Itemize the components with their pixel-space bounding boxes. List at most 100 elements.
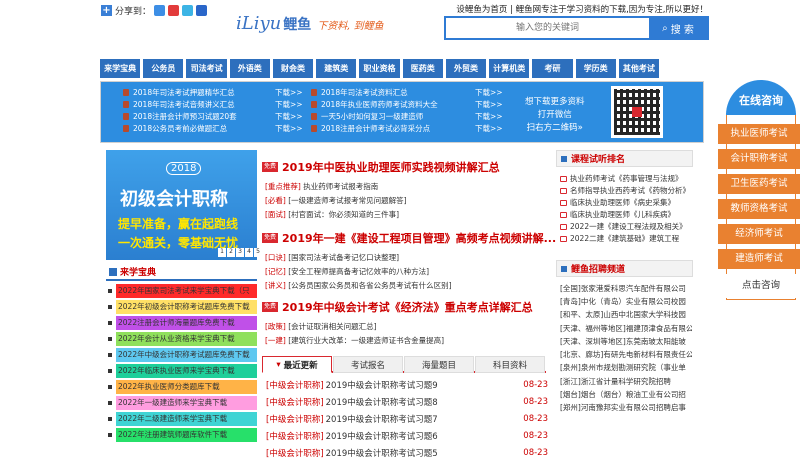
job-item[interactable]: [烟台]烟台（烟台）粮油工业有公司招: [560, 388, 692, 400]
nav-item[interactable]: 司法考试: [186, 59, 228, 78]
consult-item[interactable]: 执业医师考试: [718, 124, 800, 144]
job-item[interactable]: [浙江]浙江省计量科学研究院招聘: [560, 375, 692, 387]
nav-item[interactable]: 外贸类: [445, 59, 488, 78]
download-link[interactable]: 下载>>: [275, 87, 303, 98]
nav-item[interactable]: 建筑类: [316, 59, 358, 78]
job-item[interactable]: [天津、福州等地区]福建顶津食品有限公: [560, 322, 692, 334]
nav-item[interactable]: 财会类: [272, 59, 315, 78]
top-links[interactable]: 设鲤鱼为首页 | 鲤鱼网专注于学习资料的下载,因为专注,所以更好！: [456, 3, 708, 15]
pager-dot[interactable]: 4: [245, 248, 253, 257]
pager-dot[interactable]: 1: [218, 248, 226, 257]
sub-link[interactable]: [必看] [一级建造师考试报考常见问题解答]: [265, 195, 407, 206]
news-row[interactable]: [中级会计职称] 2019中级会计职称考试习题6 08-23: [266, 428, 548, 443]
qq-icon[interactable]: [182, 4, 194, 16]
news-row[interactable]: [中级会计职称] 2019中级会计职称考试习题8 08-23: [266, 394, 548, 409]
nav-item[interactable]: 其他考试: [618, 59, 661, 78]
qzone-icon[interactable]: [154, 4, 166, 16]
renren-icon[interactable]: [196, 4, 208, 16]
left-list-item[interactable]: 2022年中级会计职称考试题库免费下载: [106, 348, 257, 362]
banner-link[interactable]: 2018年司法考试音频讲义汇总 下载>>: [123, 99, 303, 110]
rank-item[interactable]: 名师指导执业西药考试《药物分析》: [560, 185, 692, 196]
tab-materials[interactable]: 科目资料: [475, 356, 545, 373]
download-link[interactable]: 下载>>: [275, 111, 303, 122]
tab-registration[interactable]: 考试报名: [333, 356, 403, 373]
add-share-icon[interactable]: +: [101, 4, 112, 16]
download-link[interactable]: 下载>>: [275, 123, 303, 134]
search-input[interactable]: [446, 18, 649, 38]
sub-link[interactable]: [口诀] [国家司法考试备考记忆口诀整理]: [265, 252, 399, 263]
sub-link[interactable]: [讲义] [公务员国家公务员和各省公务员考试有什么区别]: [265, 280, 452, 291]
banner-link[interactable]: 一天5小时如何复习一级建造师 下载>>: [311, 111, 503, 122]
banner-link[interactable]: 2018年司法考试资料汇总 下载>>: [311, 87, 503, 98]
consult-item[interactable]: 经济师考试: [718, 224, 800, 244]
consult-button[interactable]: 点击咨询: [726, 274, 796, 298]
rank-item[interactable]: 2022二建《建筑基础》建筑工程: [560, 233, 692, 244]
sub-link[interactable]: [记忆] [安全工程师提高备考记忆效率的八种方法]: [265, 266, 429, 277]
download-link[interactable]: 下载>>: [475, 123, 503, 134]
tab-latest[interactable]: ▾ 最近更新: [262, 356, 332, 373]
job-item[interactable]: [全国]张家港爱科思汽车配件有限公司: [560, 282, 692, 294]
promo-banner[interactable]: 2018 初级会计职称 提早准备，赢在起跑线 一次通关，零基础无忧 1 2 3 …: [106, 150, 262, 260]
nav-item[interactable]: 来学宝典: [100, 59, 142, 78]
headline-2[interactable]: 免费 2019年一建《建设工程项目管理》高频考点视频讲解...: [262, 230, 556, 246]
nav-item[interactable]: 外语类: [229, 59, 271, 78]
headline-3[interactable]: 免费 2019年中级会计考试《经济法》重点考点详解汇总: [262, 299, 533, 315]
job-item[interactable]: [郑州]河南豫邦实业有限公司招聘启事: [560, 402, 692, 414]
site-logo[interactable]: iLiyu 鲤鱼 下资料, 到鲤鱼: [236, 13, 384, 39]
pager-dot[interactable]: 5: [254, 248, 262, 257]
rank-item[interactable]: 2022一建《建设工程法规及相关》: [560, 221, 692, 232]
headline-1[interactable]: 免费 2019年中医执业助理医师实践视频讲解汇总: [262, 159, 500, 175]
banner-link[interactable]: 2018公务员考前必做题汇总 下载>>: [123, 123, 303, 134]
job-item[interactable]: [天津、深圳等地区]东莞南玻太阳能玻: [560, 335, 692, 347]
download-link[interactable]: 下载>>: [475, 111, 503, 122]
consult-item[interactable]: 教师资格考试: [718, 199, 800, 219]
left-list-item[interactable]: 2022年一级建造师来学宝典下载: [106, 396, 257, 410]
job-item[interactable]: [青岛]中化（青岛）实业有限公司校园: [560, 295, 692, 307]
consult-item[interactable]: 建造师考试: [718, 249, 800, 269]
nav-item[interactable]: 医药类: [402, 59, 444, 78]
search-button[interactable]: ⌕ 搜 索: [649, 18, 707, 38]
news-row[interactable]: [中级会计职称] 2019中级会计职称考试习题5 08-23: [266, 445, 548, 460]
tab-questions[interactable]: 海量题目: [404, 356, 474, 373]
nav-item[interactable]: 职业资格: [359, 59, 401, 78]
job-item[interactable]: [和平、太原]山西中北国家大学科技园: [560, 309, 692, 321]
sub-link[interactable]: [面试] [村官面试：你必须知道的三件事]: [265, 209, 399, 220]
left-list-item[interactable]: 2022年执业医师分类题库下载: [106, 380, 257, 394]
job-item[interactable]: [泉州]泉州市规划勘测研究院（事业单: [560, 362, 692, 374]
download-link[interactable]: 下载>>: [475, 87, 503, 98]
jobs-title: 鲤鱼招聘频道: [571, 265, 626, 275]
news-row[interactable]: [中级会计职称] 2019中级会计职称考试习题9 08-23: [266, 377, 548, 392]
sub-link[interactable]: [一建] [建筑行业大改革：一级建造师证书含金量提高]: [265, 335, 444, 346]
rank-item[interactable]: 执业药师考试《药事管理与法规》: [560, 173, 692, 184]
rank-item[interactable]: 临床执业助理医师《儿科疾病》: [560, 209, 692, 220]
book-icon: [123, 101, 129, 108]
banner-link[interactable]: 2018年司法考试押题精华汇总 下载>>: [123, 87, 303, 98]
left-list-item[interactable]: 2022注册会计师海量题库免费下载: [106, 316, 257, 330]
banner-link[interactable]: 2018注册会计师考试必背采分点 下载>>: [311, 123, 503, 134]
nav-item[interactable]: 计算机类: [489, 59, 531, 78]
weibo-icon[interactable]: [168, 4, 180, 16]
nav-item[interactable]: 公务员: [143, 59, 185, 78]
left-list-item[interactable]: 2022年初级会计职称考试题库免费下载: [106, 300, 257, 314]
left-list-item[interactable]: 2022年临床执业医师来学宝典下载: [106, 364, 257, 378]
download-link[interactable]: 下载>>: [475, 99, 503, 110]
job-item[interactable]: [北京、廊坊]有研先电新材料有限责任公: [560, 348, 692, 360]
pager-dot[interactable]: 2: [227, 248, 235, 257]
news-row[interactable]: [中级会计职称] 2019中级会计职称考试习题7 08-23: [266, 411, 548, 426]
consult-item[interactable]: 会计职称考试: [718, 149, 800, 169]
download-link[interactable]: 下载>>: [275, 99, 303, 110]
rank-item[interactable]: 临床执业助理医师《病史采集》: [560, 197, 692, 208]
consult-item[interactable]: 卫生医药考试: [718, 174, 800, 194]
left-list-item[interactable]: 2022年二级建造师来学宝典下载: [106, 412, 257, 426]
pager-dot[interactable]: 3: [236, 248, 244, 257]
banner-link[interactable]: 2018年执业医师药师考试资料大全 下载>>: [311, 99, 503, 110]
sub-link[interactable]: [重点推荐] 执业药师考试报考指南: [265, 181, 378, 192]
news-title: 2019中级会计职称考试习题8: [325, 397, 438, 408]
sub-link[interactable]: [政策] [会计证取消相关问题汇总]: [265, 321, 377, 332]
banner-link[interactable]: 2018注册会计师预习试题20套 下载>>: [123, 111, 303, 122]
left-list-item[interactable]: 2022年会计从业资格来学宝典下载: [106, 332, 257, 346]
nav-item[interactable]: 学历类: [575, 59, 617, 78]
nav-item[interactable]: 考研: [532, 59, 574, 78]
left-list-item[interactable]: 2022年国家司法考试来学宝典下载（只: [106, 284, 257, 298]
left-list-item[interactable]: 2022年注册建筑师题库软件下载: [106, 428, 257, 442]
